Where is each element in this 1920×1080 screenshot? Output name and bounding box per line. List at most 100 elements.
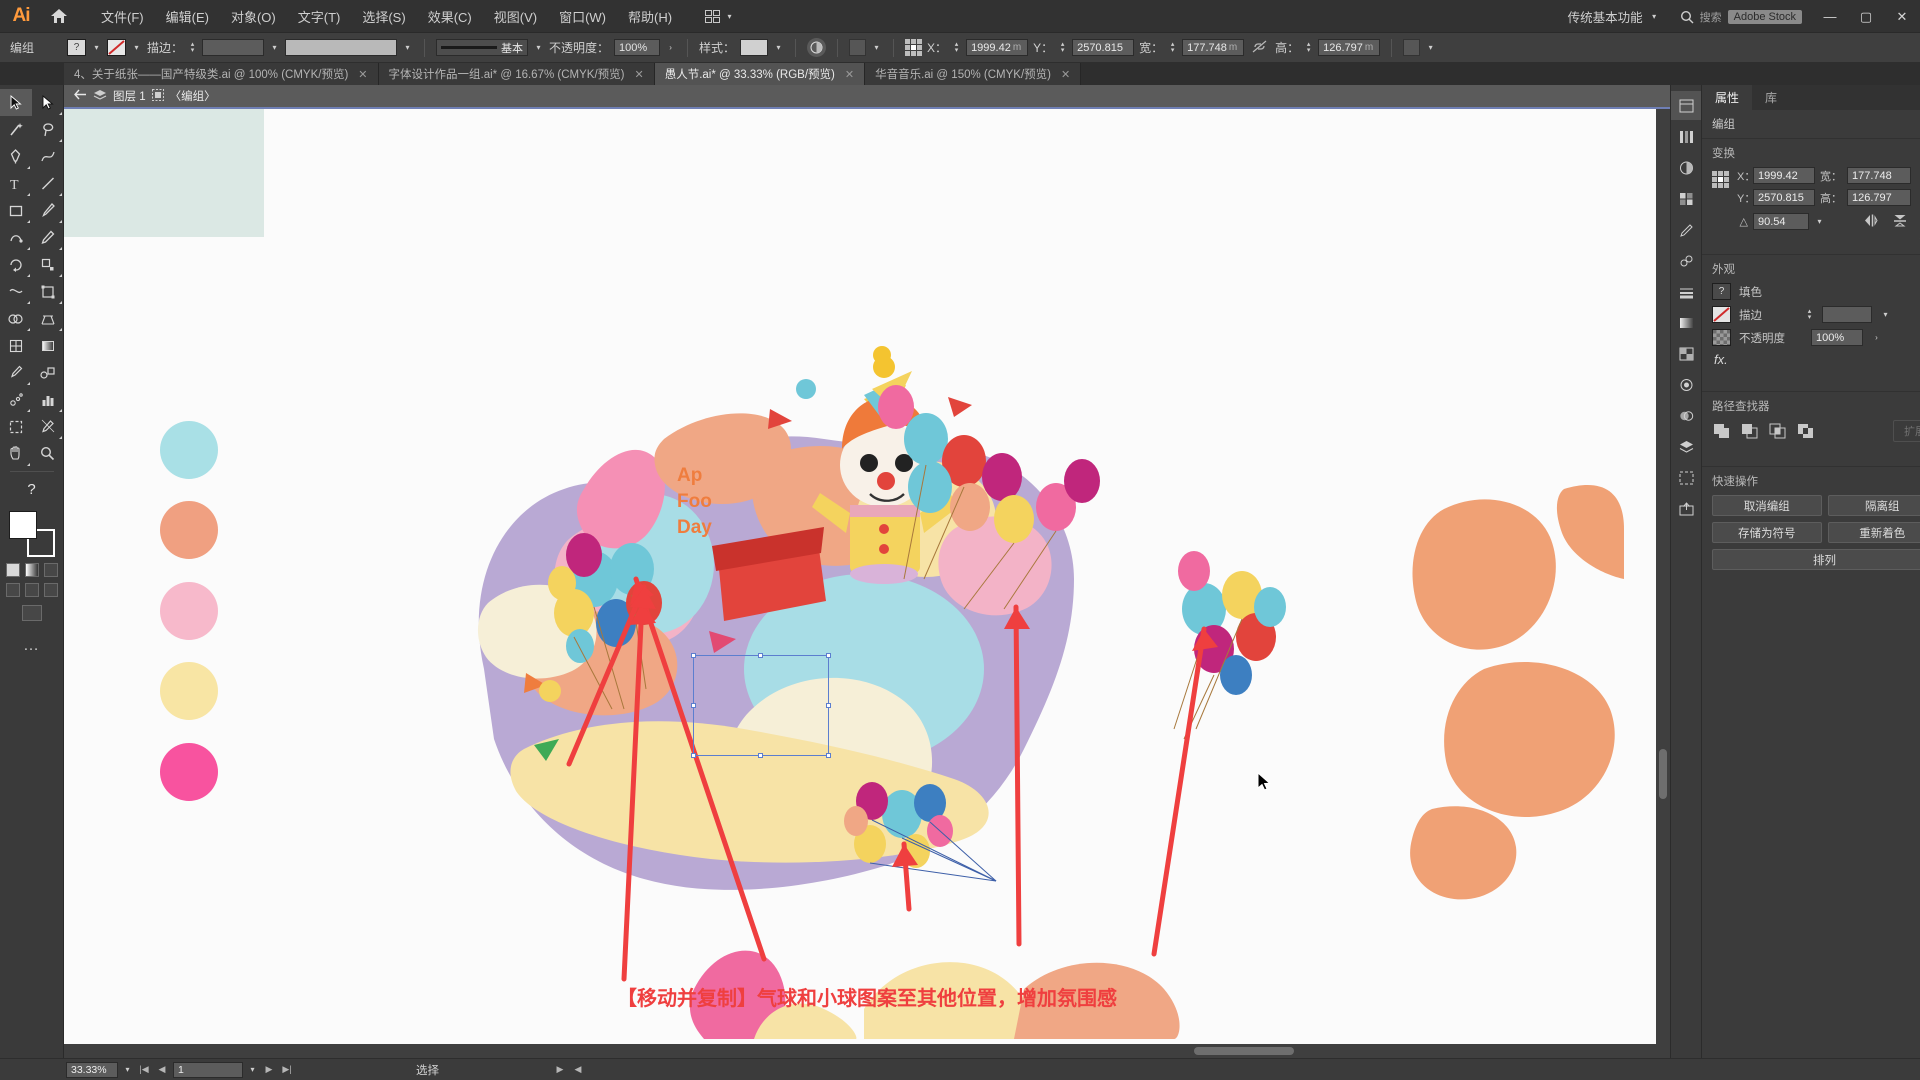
chevron-down-icon[interactable]: ▾	[131, 43, 142, 52]
x-stepper[interactable]: ▴ ▾	[952, 41, 961, 54]
flip-vertical-icon[interactable]	[1889, 214, 1911, 230]
stock-search-area[interactable]: 搜索 Adobe Stock	[1670, 0, 1812, 33]
menu-edit[interactable]: 编辑(E)	[155, 3, 220, 30]
status-next-icon[interactable]: ▶	[553, 1064, 567, 1075]
ref-br[interactable]	[1724, 183, 1729, 188]
selection-handle-bc[interactable]	[758, 753, 763, 758]
selection-bounding-box[interactable]	[691, 653, 831, 758]
selection-handle-tr[interactable]	[826, 653, 831, 658]
ref-mc[interactable]	[1718, 177, 1723, 182]
shape-builder-tool[interactable]	[0, 305, 32, 332]
save-as-symbol-button[interactable]: 存储为符号	[1712, 522, 1822, 543]
close-button[interactable]: ✕	[1884, 0, 1920, 33]
color-button[interactable]	[5, 563, 20, 577]
close-icon[interactable]: ✕	[1061, 68, 1070, 81]
selection-handle-mr[interactable]	[826, 703, 831, 708]
status-prev-icon[interactable]: ◀	[571, 1064, 585, 1075]
chevron-down-icon[interactable]: ▾	[1880, 310, 1891, 319]
exclude-icon[interactable]	[1796, 423, 1815, 440]
fill-color-button[interactable]: ?	[67, 39, 86, 56]
selection-handle-tl[interactable]	[691, 653, 696, 658]
recolor-button[interactable]: 重新着色	[1827, 522, 1920, 543]
y-stepper[interactable]: ▴ ▾	[1058, 41, 1067, 54]
canvas-vertical-scrollbar[interactable]	[1656, 109, 1670, 1058]
artboard-number-field[interactable]: 1	[173, 1061, 243, 1078]
close-icon[interactable]: ✕	[845, 68, 854, 81]
opacity-flyout-icon[interactable]: ›	[665, 43, 676, 52]
gradient-icon[interactable]	[1671, 308, 1701, 337]
y-field[interactable]: 2570.815	[1072, 39, 1135, 56]
menu-select[interactable]: 选择(S)	[351, 3, 416, 30]
curvature-tool[interactable]	[32, 143, 64, 170]
chevron-down-icon[interactable]: ▾	[402, 43, 413, 52]
chevron-down-icon[interactable]: ▾	[269, 43, 280, 52]
ref-tc[interactable]	[1718, 171, 1723, 176]
breadcrumb-layer-name[interactable]: 图层 1	[113, 88, 146, 104]
menu-help[interactable]: 帮助(H)	[617, 3, 683, 30]
transparency-icon[interactable]	[1671, 339, 1701, 368]
ref-bc[interactable]	[1718, 183, 1723, 188]
artwork-illustration[interactable]: Ap Foo Day	[64, 109, 1624, 1039]
artboard-tool[interactable]	[0, 413, 32, 440]
chevron-down-icon[interactable]: ▾	[1814, 217, 1825, 226]
appearance-opacity-field[interactable]: 100%	[1811, 329, 1863, 346]
canvas-horizontal-scrollbar[interactable]	[64, 1044, 1656, 1058]
selection-handle-tc[interactable]	[758, 653, 763, 658]
ref-bl[interactable]	[1712, 183, 1717, 188]
paintbrush-tool[interactable]	[32, 197, 64, 224]
height-field[interactable]: 126.797 m	[1318, 39, 1381, 56]
screen-mode-icon[interactable]	[21, 605, 42, 621]
fx-button[interactable]: fx.	[1712, 352, 1920, 367]
line-segment-tool[interactable]	[32, 170, 64, 197]
hand-tool[interactable]	[0, 440, 32, 467]
opacity-field[interactable]: 100%	[614, 39, 661, 56]
gradient-tool[interactable]	[32, 332, 64, 359]
unite-icon[interactable]	[1712, 423, 1731, 440]
direct-selection-tool[interactable]	[32, 89, 64, 116]
asset-export-icon[interactable]	[1671, 494, 1701, 523]
pencil-tool[interactable]	[32, 224, 64, 251]
flip-horizontal-icon[interactable]	[1858, 214, 1884, 230]
reference-point-selector[interactable]	[905, 39, 923, 56]
doc-tab-0[interactable]: 4、关于纸张——国产特级类.ai @ 100% (CMYK/预览) ✕	[64, 63, 379, 85]
doc-tab-2[interactable]: 愚人节.ai* @ 33.33% (RGB/预览) ✕	[654, 63, 866, 85]
menu-type[interactable]: 文字(T)	[287, 3, 352, 30]
ref-tl[interactable]	[905, 39, 911, 44]
ref-br[interactable]	[917, 51, 923, 56]
back-arrow-icon[interactable]	[74, 89, 87, 103]
draw-behind-icon[interactable]	[24, 583, 39, 597]
ref-tr[interactable]	[917, 39, 923, 44]
close-icon[interactable]: ✕	[358, 68, 367, 81]
breadcrumb-group-name[interactable]: 〈编组〉	[170, 88, 216, 104]
symbols-icon[interactable]	[1671, 246, 1701, 275]
rectangle-tool[interactable]	[0, 197, 32, 224]
eyedropper-tool[interactable]	[0, 359, 32, 386]
slice-tool[interactable]	[32, 413, 64, 440]
stroke-weight-stepper[interactable]: ▴ ▾	[188, 41, 197, 54]
tab-libraries[interactable]: 库	[1752, 85, 1790, 110]
close-icon[interactable]: ✕	[634, 68, 643, 81]
first-page-icon[interactable]: |◀	[137, 1064, 151, 1075]
width-tool[interactable]	[0, 278, 32, 305]
width-field[interactable]: 177.748 m	[1182, 39, 1245, 56]
chevron-down-icon[interactable]: ▾	[533, 43, 544, 52]
adobe-stock-label[interactable]: Adobe Stock	[1727, 9, 1802, 24]
brush-definition-select[interactable]: 基本	[436, 39, 529, 56]
gradient-button[interactable]	[24, 563, 39, 577]
graphic-styles-icon[interactable]	[1671, 401, 1701, 430]
help-tool[interactable]: ?	[16, 476, 48, 503]
ref-tr[interactable]	[1724, 171, 1729, 176]
shaper-tool[interactable]	[0, 224, 32, 251]
ungroup-button[interactable]: 取消编组	[1712, 495, 1822, 516]
x-field[interactable]: 1999.42 m	[966, 39, 1029, 56]
last-page-icon[interactable]: ▶|	[280, 1064, 294, 1075]
ref-mr[interactable]	[1724, 177, 1729, 182]
appearance-stroke-stepper[interactable]: ▴ ▾	[1805, 308, 1814, 321]
workspace-switcher[interactable]: 传统基本功能 ▾	[1558, 4, 1670, 29]
rotate-tool[interactable]	[0, 251, 32, 278]
libraries-icon[interactable]	[1671, 122, 1701, 151]
transform-x-field[interactable]: 1999.42	[1753, 167, 1815, 184]
constrain-proportions-icon[interactable]	[1249, 40, 1270, 56]
chevron-down-icon[interactable]: ▾	[773, 43, 784, 52]
transform-more-options[interactable]: •••	[1712, 230, 1920, 245]
